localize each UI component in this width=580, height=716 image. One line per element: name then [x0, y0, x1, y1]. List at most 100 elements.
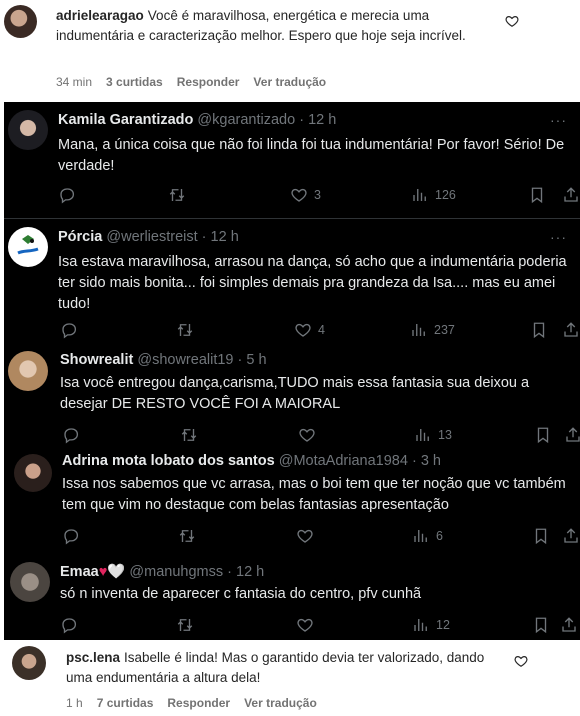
bookmark-icon[interactable] [530, 321, 548, 339]
reply-icon[interactable] [60, 616, 78, 634]
bookmark-icon[interactable] [534, 426, 552, 444]
tweet-actions: 13 [62, 426, 580, 446]
tweet-reply-2: Pórcia @werliestreist · 12 h ··· Isa est… [4, 219, 580, 345]
avatar[interactable] [4, 5, 37, 38]
reply-icon[interactable] [62, 426, 80, 444]
comment-likes[interactable]: 7 curtidas [97, 696, 154, 710]
reply-icon[interactable] [60, 321, 78, 339]
instagram-comment-bottom: psc.lena Isabelle é linda! Mas o garantid… [0, 640, 580, 716]
tweet-time[interactable]: 3 h [421, 453, 441, 469]
reply-icon[interactable] [58, 186, 76, 204]
display-name[interactable]: Showrealit [60, 352, 133, 368]
handle[interactable]: @MotaAdriana1984 [279, 453, 408, 469]
tweet-time[interactable]: 12 h [211, 229, 239, 245]
comment-time: 34 min [56, 75, 93, 89]
retweet-icon[interactable] [178, 527, 196, 545]
translate-link[interactable]: Ver tradução [244, 696, 317, 710]
tweet-header: Emaa♥🤍 @manuhgmss · 12 h [60, 563, 264, 580]
tweet-header: Kamila Garantizado @kgarantizado · 12 h [58, 112, 336, 128]
views-icon [416, 429, 429, 441]
more-icon[interactable]: ··· [550, 112, 567, 128]
heart-icon [297, 529, 313, 543]
separator-dot: · [227, 564, 232, 580]
separator-dot: · [201, 229, 207, 245]
tweet-header: Showrealit @showrealit19 · 5 h [60, 352, 267, 368]
views-button[interactable]: 126 [411, 186, 456, 204]
comment-likes[interactable]: 3 curtidas [106, 75, 163, 89]
tweet-text: só n inventa de aparecer c fantasia do c… [60, 586, 422, 602]
like-heart-icon[interactable] [505, 14, 519, 28]
share-icon[interactable] [560, 616, 578, 634]
avatar[interactable] [12, 646, 46, 680]
like-count: 3 [314, 188, 321, 202]
like-heart-icon[interactable] [514, 654, 528, 668]
retweet-icon[interactable] [180, 426, 198, 444]
views-button[interactable]: 6 [412, 527, 443, 545]
avatar[interactable] [8, 110, 48, 150]
retweet-icon[interactable] [176, 321, 194, 339]
retweet-icon[interactable] [168, 186, 186, 204]
tweet-time[interactable]: 5 h [246, 352, 266, 368]
tweet-actions: 3 126 [58, 186, 578, 206]
handle[interactable]: @kgarantizado [197, 112, 295, 128]
like-button[interactable] [298, 426, 322, 444]
display-name[interactable]: Emaa [60, 564, 99, 580]
reply-icon[interactable] [62, 527, 80, 545]
tweet-reply-1: Kamila Garantizado @kgarantizado · 12 h … [4, 102, 580, 218]
heart-icon [295, 323, 311, 337]
handle[interactable]: @manuhgmss [129, 564, 223, 580]
tweet-actions: 6 [62, 527, 578, 547]
display-name[interactable]: Pórcia [58, 229, 102, 245]
share-icon[interactable] [562, 321, 580, 339]
reply-link[interactable]: Responder [177, 75, 240, 89]
tweet-time[interactable]: 12 h [308, 112, 336, 128]
tweet-time[interactable]: 12 h [236, 564, 264, 580]
views-button[interactable]: 13 [414, 426, 452, 444]
avatar[interactable] [8, 227, 48, 267]
display-name[interactable]: Adrina mota lobato dos santos [62, 453, 275, 469]
bookmark-icon[interactable] [532, 616, 550, 634]
like-button[interactable] [296, 527, 320, 545]
comment-text: Isabelle é linda! Mas o garantido devia … [66, 650, 485, 685]
view-count: 126 [435, 188, 456, 202]
reply-link[interactable]: Responder [167, 696, 230, 710]
share-icon[interactable] [562, 527, 580, 545]
like-button[interactable]: 4 [294, 321, 325, 339]
handle[interactable]: @werliestreist [106, 229, 197, 245]
tweet-actions: 4 237 [58, 321, 578, 341]
comment-username[interactable]: adrielearagao [56, 8, 144, 23]
bookmark-icon[interactable] [532, 527, 550, 545]
separator-dot: · [299, 112, 305, 128]
like-button[interactable] [296, 616, 320, 634]
translate-link[interactable]: Ver tradução [253, 75, 326, 89]
comment-text-block: psc.lena Isabelle é linda! Mas o garantid… [66, 648, 496, 688]
more-icon[interactable]: ··· [550, 229, 567, 245]
like-button[interactable]: 3 [290, 186, 321, 204]
avatar[interactable] [8, 351, 48, 391]
views-button[interactable]: 12 [412, 616, 450, 634]
display-name[interactable]: Kamila Garantizado [58, 112, 193, 128]
heart-icon [297, 618, 313, 632]
tweet-actions: 12 [60, 616, 578, 636]
avatar[interactable] [10, 562, 50, 602]
bookmark-icon[interactable] [528, 186, 546, 204]
retweet-icon[interactable] [176, 616, 194, 634]
view-count: 6 [436, 529, 443, 543]
comment-time: 1 h [66, 696, 83, 710]
share-icon[interactable] [562, 186, 580, 204]
views-button[interactable]: 237 [410, 321, 455, 339]
avatar[interactable] [14, 454, 52, 492]
tweet-text: Mana, a única coisa que não foi linda fo… [58, 137, 565, 174]
tweet-header: Adrina mota lobato dos santos @MotaAdria… [62, 453, 441, 469]
handle[interactable]: @showrealit19 [137, 352, 233, 368]
view-count: 237 [434, 323, 455, 337]
view-count: 12 [436, 618, 450, 632]
tweet-reply-5: Emaa♥🤍 @manuhgmss · 12 h só n inventa de… [4, 556, 580, 640]
comment-username[interactable]: psc.lena [66, 650, 120, 665]
separator-dot: · [237, 352, 243, 368]
share-icon[interactable] [564, 426, 580, 444]
comment-meta: 1 h 7 curtidas Responder Ver tradução [66, 696, 317, 710]
tweet-text: Isa estava maravilhosa, arrasou na dança… [58, 254, 567, 312]
separator-dot: · [411, 453, 417, 469]
like-count: 4 [318, 323, 325, 337]
